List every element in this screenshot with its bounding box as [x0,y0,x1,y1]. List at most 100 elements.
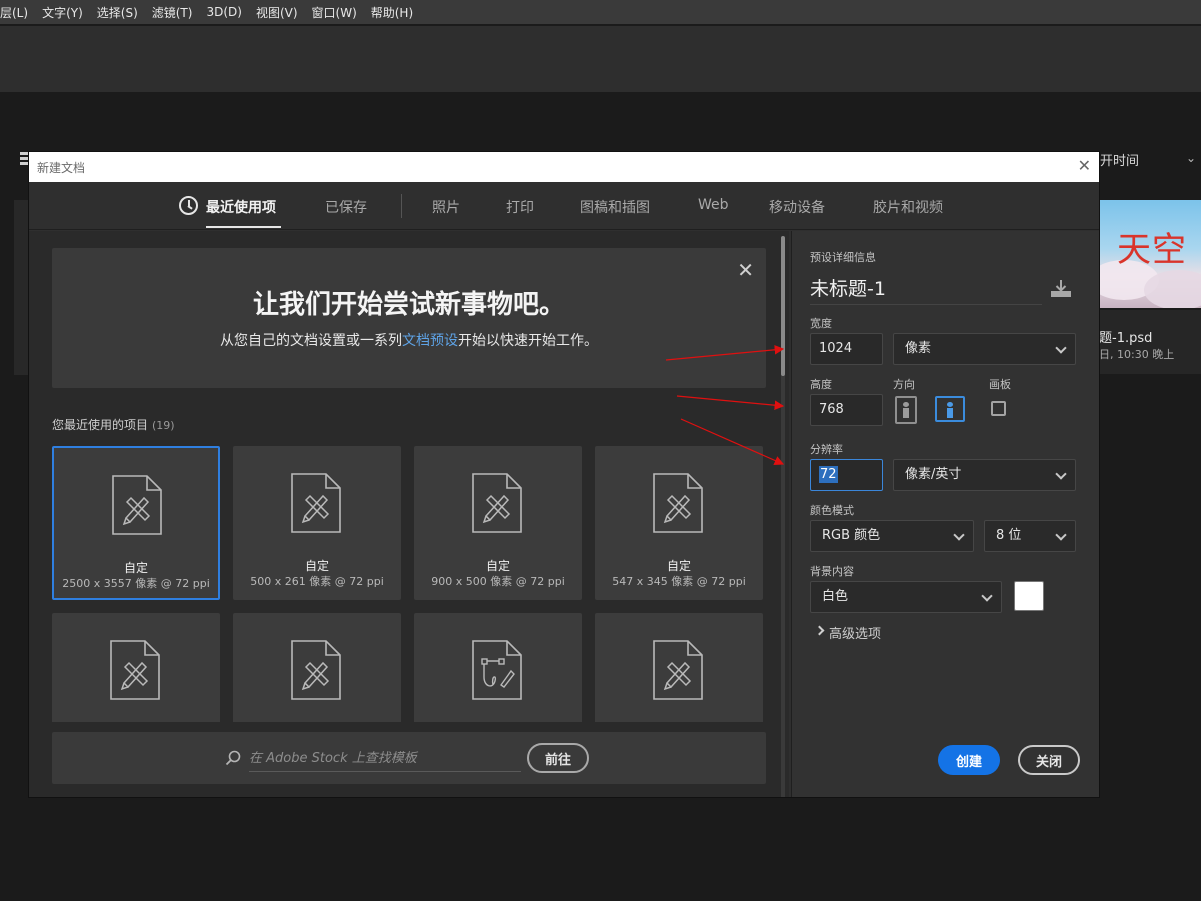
close-icon[interactable]: ✕ [1078,156,1091,175]
recent-item-card[interactable] [595,613,763,722]
scrollbar-thumb[interactable] [781,236,785,376]
active-tab-indicator [206,226,281,228]
recent-item-dims: 547 x 345 像素 @ 72 ppi [612,575,746,588]
person-icon [947,402,953,418]
chevron-down-icon [953,529,965,541]
recent-item-card[interactable]: 自定 500 x 261 像素 @ 72 ppi [233,446,401,600]
document-icon [110,640,160,700]
person-icon [903,402,909,418]
recent-item-card[interactable]: 自定 900 x 500 像素 @ 72 ppi [414,446,582,600]
menu-filter[interactable]: 滤镜(T) [152,4,193,21]
recent-item-name: 自定 [123,561,148,575]
dialog-title: 新建文档 [37,161,86,175]
menu-window[interactable]: 窗口(W) [312,4,357,21]
tab-print[interactable]: 打印 [506,197,534,217]
menu-help[interactable]: 帮助(H) [371,4,413,21]
recent-items-title: 您最近使用的项目 [52,418,149,432]
recent-items-label: 您最近使用的项目 (19) [52,416,175,433]
recent-file-thumbnail[interactable]: 天空 [1099,200,1201,308]
landscape-orientation-button[interactable] [935,396,965,422]
recent-items-grid: 自定 2500 x 3557 像素 @ 72 ppi 自定 500 x 261 … [52,446,770,722]
menu-layer[interactable]: 层(L) [0,4,28,21]
recent-file-date: 日, 10:30 晚上 [1099,348,1175,361]
recent-item-card[interactable] [52,613,220,722]
portrait-orientation-button[interactable] [895,396,917,424]
scrollbar-track[interactable] [781,313,785,797]
height-label: 高度 [810,378,832,391]
document-icon [653,473,703,533]
recent-item-dims: 500 x 261 像素 @ 72 ppi [250,575,384,588]
welcome-sub-post: 开始以快速开始工作。 [458,333,598,349]
recent-item-name: 自定 [485,559,510,573]
thumbnail-text: 天空 [1117,230,1187,270]
preset-tabs: 最近使用项 已保存 照片 打印 图稿和插图 Web 移动设备 胶片和视频 [29,182,1099,230]
document-icon [291,473,341,533]
clock-icon [179,196,198,215]
resolution-unit-select[interactable]: 像素/英寸 [893,459,1076,491]
background-color-swatch[interactable] [1014,581,1044,611]
width-label: 宽度 [810,317,832,330]
tab-web[interactable]: Web [698,197,729,213]
illustration-document-icon [472,640,522,700]
document-name-field[interactable]: 未标题-1 [810,273,1042,305]
color-mode-select[interactable]: RGB 颜色 [810,520,974,552]
new-document-dialog: 新建文档 ✕ 最近使用项 已保存 照片 打印 图稿和插图 Web 移动设备 胶片… [29,152,1099,797]
chevron-down-icon[interactable]: ⌄ [1186,151,1196,165]
chevron-down-icon [1055,342,1067,354]
menu-3d[interactable]: 3D(D) [206,5,241,19]
chevron-right-icon[interactable] [814,625,825,636]
recent-item-name: 自定 [304,559,329,573]
tab-recent[interactable]: 最近使用项 [206,197,276,217]
tab-art-illustration[interactable]: 图稿和插图 [580,197,650,217]
welcome-heading: 让我们开始尝试新事物吧。 [252,290,565,320]
menu-select[interactable]: 选择(S) [97,4,138,21]
color-mode-value: RGB 颜色 [822,528,881,543]
recent-item-card[interactable] [233,613,401,722]
width-input[interactable]: 1024 [810,333,883,365]
tab-photo[interactable]: 照片 [432,197,460,217]
background-contents-select[interactable]: 白色 [810,581,1002,613]
stock-search-bar: 前往 [52,732,766,784]
stock-search-input[interactable] [249,746,521,772]
sort-label[interactable]: 开时间 [1100,150,1139,169]
tab-film-video[interactable]: 胶片和视频 [873,197,943,217]
height-input[interactable]: 768 [810,394,883,426]
welcome-sub-pre: 从您自己的文档设置或一系列 [220,333,402,349]
close-button[interactable]: 关闭 [1018,745,1080,775]
tab-mobile[interactable]: 移动设备 [769,197,825,217]
document-icon [653,640,703,700]
tab-saved[interactable]: 已保存 [325,197,367,217]
recent-file-name[interactable]: 题-1.psd [1099,327,1152,346]
recent-item-card[interactable] [414,613,582,722]
menu-type[interactable]: 文字(Y) [42,4,83,21]
close-icon[interactable]: ✕ [737,258,754,282]
go-button[interactable]: 前往 [527,743,589,773]
recent-items-count: (19) [152,419,175,432]
recent-item-card[interactable]: 自定 2500 x 3557 像素 @ 72 ppi [52,446,220,600]
artboard-checkbox[interactable] [991,401,1006,416]
resolution-input[interactable]: 72 [810,459,883,491]
tab-divider [401,194,402,218]
resolution-label: 分辨率 [810,443,843,456]
background-panel [14,200,30,375]
save-preset-icon[interactable] [1050,279,1072,299]
width-unit-value: 像素 [905,341,932,356]
presets-link[interactable]: 文档预设 [402,333,458,349]
recent-item-card[interactable]: 自定 547 x 345 像素 @ 72 ppi [595,446,763,600]
menu-view[interactable]: 视图(V) [256,4,298,21]
recent-pane: ✕ 让我们开始尝试新事物吧。 从您自己的文档设置或一系列文档预设开始以快速开始工… [29,231,789,797]
options-bar [0,26,1201,92]
recent-item-name: 自定 [666,559,691,573]
document-icon [112,475,162,535]
advanced-options-toggle[interactable]: 高级选项 [829,623,881,642]
document-icon [291,640,341,700]
width-unit-select[interactable]: 像素 [893,333,1076,365]
menu-icon[interactable] [20,152,28,166]
chevron-down-icon [981,590,993,602]
preset-details-pane: 预设详细信息 未标题-1 宽度 1024 像素 高度 方向 画板 768 分辨率… [791,231,1099,797]
color-mode-label: 颜色模式 [810,504,854,517]
resolution-unit-value: 像素/英寸 [905,467,962,482]
create-button[interactable]: 创建 [938,745,1000,775]
bit-depth-select[interactable]: 8 位 [984,520,1076,552]
resolution-value: 72 [819,466,838,483]
